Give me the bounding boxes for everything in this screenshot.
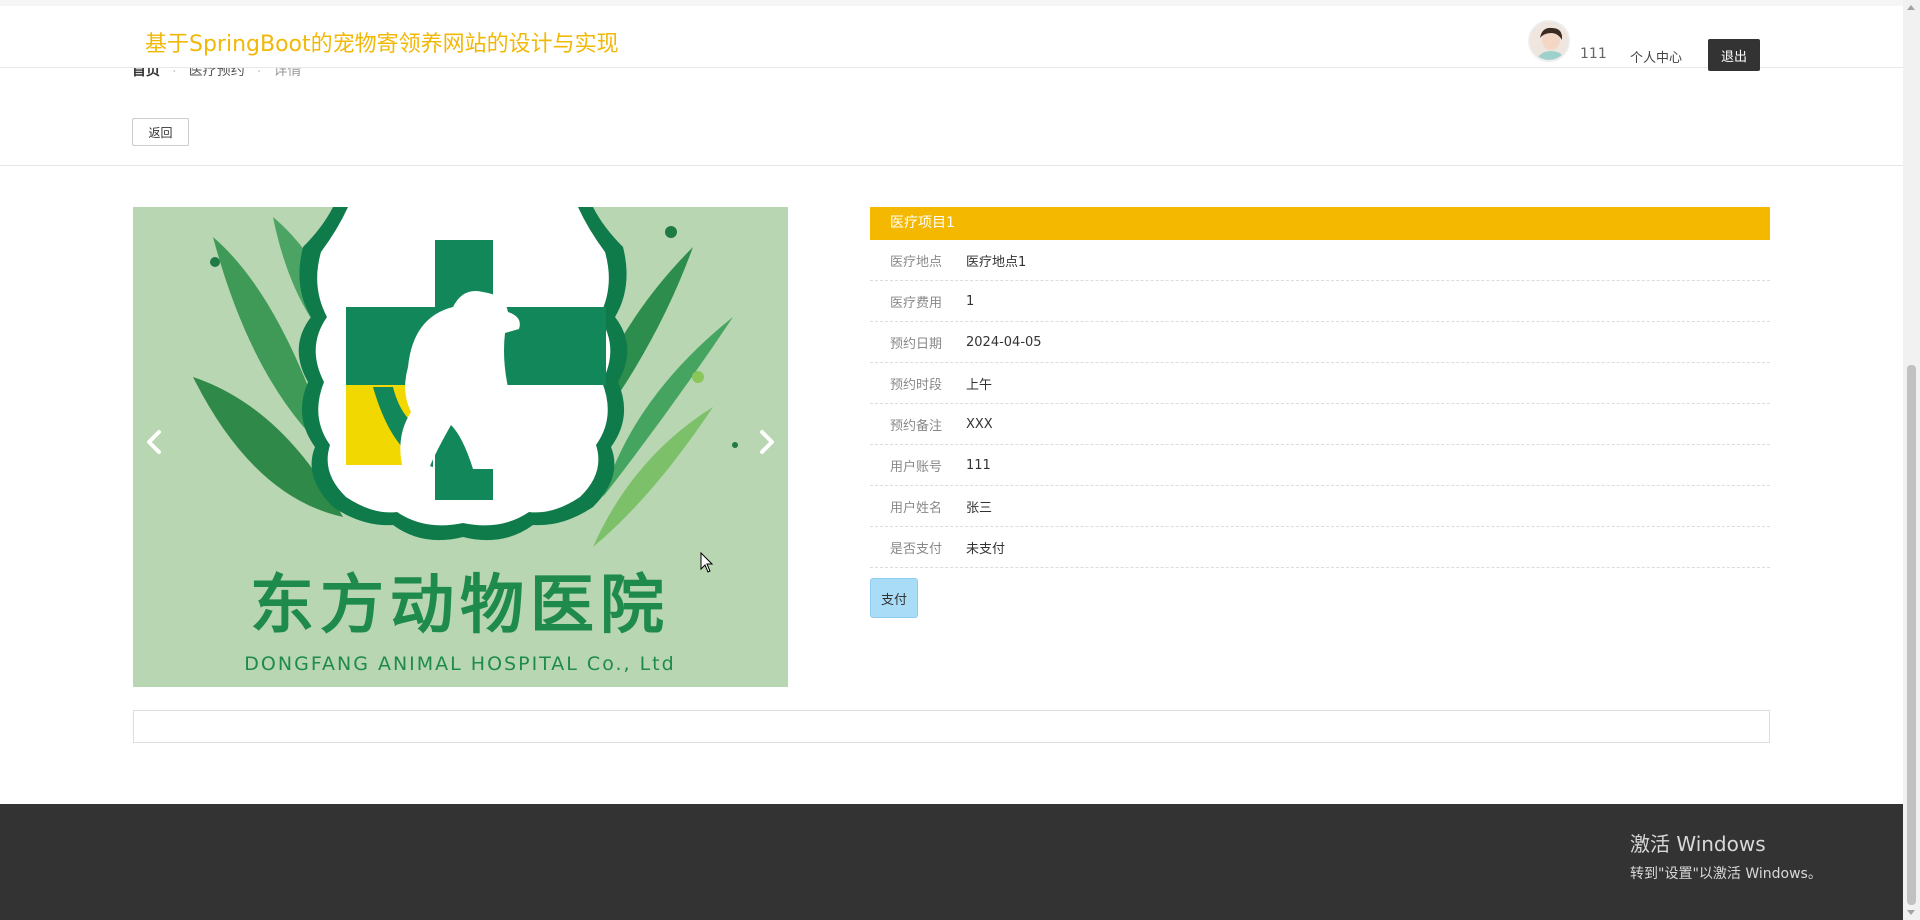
carousel-next-arrow-icon[interactable] [754,425,778,459]
image-carousel[interactable]: 东方动物医院 DONGFANG ANIMAL HOSPITAL Co., Ltd [133,207,788,687]
detail-label: 用户姓名 [890,500,943,516]
detail-row-date: 预约日期 2024-04-05 [870,322,1770,363]
detail-value: 上午 [966,377,993,393]
header-username: 111 [1580,46,1607,62]
page: 首页 : 医疗预约 : 详情 基于SpringBoot的宠物寄领养网站的设计与实… [0,0,1920,920]
footer [0,804,1903,920]
detail-label: 用户账号 [890,459,943,475]
item-title: 医疗项目1 [870,207,1770,240]
detail-row-timeslot: 预约时段 上午 [870,363,1770,404]
payment-status: 未支付 [966,541,1006,557]
pay-button[interactable]: 支付 [870,578,918,618]
detail-value: XXX [966,416,993,432]
detail-row-remark: 预约备注 XXX [870,404,1770,445]
watermark-line1: 激活 Windows [1630,832,1766,856]
back-button[interactable]: 返回 [132,118,189,146]
logo-text-en: DONGFANG ANIMAL HOSPITAL Co., Ltd [244,653,675,675]
scroll-down-arrow-icon[interactable] [1907,910,1915,915]
detail-label: 预约备注 [890,418,943,434]
logo-text-cn: 东方动物医院 [250,569,670,643]
detail-panel: 医疗项目1 医疗地点 医疗地点1 医疗费用 1 预约日期 2024-04-05 … [870,207,1770,618]
detail-value: 1 [966,293,975,309]
watermark-line2: 转到"设置"以激活 Windows。 [1630,866,1822,882]
detail-value: 111 [966,457,991,473]
detail-label: 预约时段 [890,377,943,393]
action-bar: 返回 [0,97,1903,166]
top-header: 基于SpringBoot的宠物寄领养网站的设计与实现 111 个人中心 退出 [0,0,1903,71]
detail-row-name: 用户姓名 张三 [870,486,1770,527]
page-scrollbar[interactable] [1903,0,1920,920]
detail-value: 2024-04-05 [966,334,1042,350]
scroll-up-arrow-icon[interactable] [1907,5,1915,10]
carousel-prev-arrow-icon[interactable] [143,425,167,459]
content-area [133,710,1770,743]
user-center-link[interactable]: 个人中心 [1630,47,1682,66]
detail-row-paid: 是否支付 未支付 [870,527,1770,568]
site-title[interactable]: 基于SpringBoot的宠物寄领养网站的设计与实现 [145,26,619,58]
detail-label: 是否支付 [890,541,943,557]
user-avatar[interactable] [1528,20,1570,62]
detail-value: 医疗地点1 [966,254,1027,270]
detail-row-account: 用户账号 111 [870,445,1770,486]
hospital-logo-image: 东方动物医院 DONGFANG ANIMAL HOSPITAL Co., Ltd [133,207,788,687]
scrollbar-thumb[interactable] [1907,365,1916,905]
detail-label: 医疗地点 [890,254,943,270]
detail-row-location: 医疗地点 医疗地点1 [870,240,1770,281]
detail-value: 张三 [966,500,993,516]
detail-label: 医疗费用 [890,295,943,311]
detail-label: 预约日期 [890,336,943,352]
windows-activation-watermark: 激活 Windows 转到"设置"以激活 Windows。 [1630,828,1822,883]
detail-row-fee: 医疗费用 1 [870,281,1770,322]
mouse-cursor-icon [700,552,714,573]
logout-button[interactable]: 退出 [1708,39,1760,71]
